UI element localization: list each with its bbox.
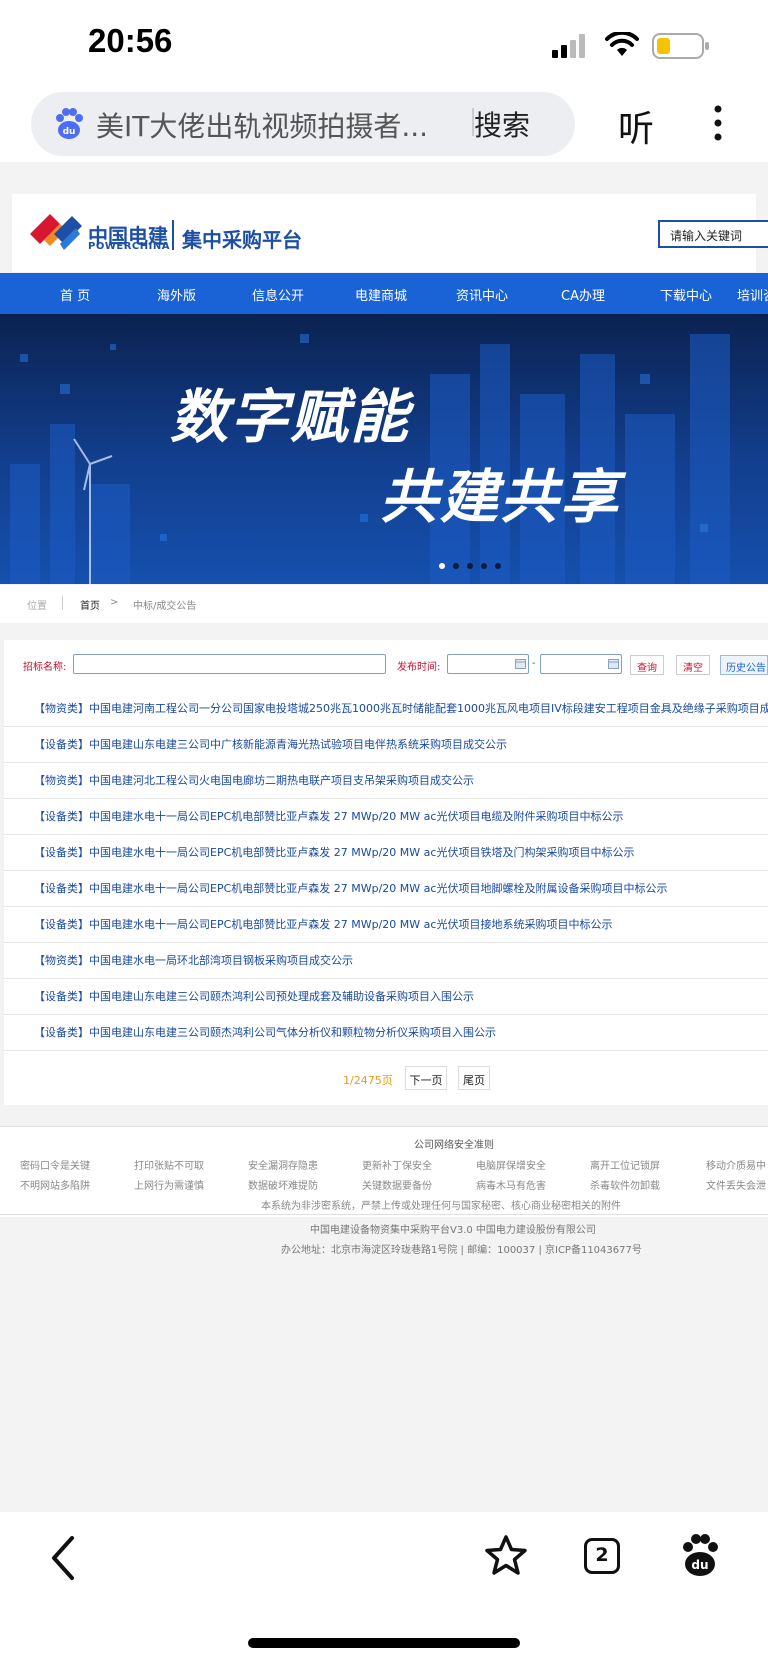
list-item[interactable]: 【设备类】中国电建山东电建三公司颐杰鸿利公司预处理成套及辅助设备采购项目入围公示	[4, 978, 768, 1015]
date-filter-label: 发布时间:	[397, 662, 441, 673]
announcement-link[interactable]: 【设备类】中国电建水电十一局公司EPC机电部赞比亚卢森发 27 MWp/20 M…	[34, 808, 623, 824]
nav-ca[interactable]: CA办理	[561, 285, 605, 304]
carousel-dot[interactable]	[481, 563, 487, 569]
nav-home[interactable]: 首 页	[60, 285, 90, 304]
announcement-link[interactable]: 【设备类】中国电建山东电建三公司颐杰鸿利公司预处理成套及辅助设备采购项目入围公示	[34, 988, 474, 1004]
nav-overseas[interactable]: 海外版	[157, 285, 196, 304]
banner-slogan-1: 数字赋能	[170, 383, 411, 451]
list-item[interactable]: 【设备类】中国电建水电十一局公司EPC机电部赞比亚卢森发 27 MWp/20 M…	[4, 798, 768, 835]
date-end-input[interactable]	[540, 654, 622, 674]
calendar-icon[interactable]	[608, 658, 619, 669]
clear-button[interactable]: 清空	[676, 655, 710, 675]
list-item[interactable]: 【物资类】中国电建河北工程公司火电国电廊坊二期热电联产项目支吊架采购项目成交公示	[4, 762, 768, 799]
list-item[interactable]: 【设备类】中国电建山东电建三公司颐杰鸿利公司气体分析仪和颗粒物分析仪采购项目入围…	[4, 1014, 768, 1051]
footer-notice: 本系统为非涉密系统，严禁上传或处理任何与国家秘密、核心商业秘密相关的附件	[261, 1201, 621, 1212]
nav-news[interactable]: 资讯中心	[456, 285, 508, 304]
footer-rules-title: 公司网络安全准则	[414, 1140, 494, 1151]
footer-rule: 移动介质易中	[706, 1161, 766, 1172]
announcement-link[interactable]: 【物资类】中国电建河北工程公司火电国电廊坊二期热电联产项目支吊架采购项目成交公示	[34, 772, 474, 788]
breadcrumb-current: 中标/成交公告	[133, 601, 197, 612]
footer-rule: 上网行为需谨慎	[134, 1181, 204, 1192]
list-item[interactable]: 【设备类】中国电建水电十一局公司EPC机电部赞比亚卢森发 27 MWp/20 M…	[4, 906, 768, 943]
breadcrumb-divider	[62, 596, 63, 610]
tabs-button[interactable]: 2	[584, 1538, 620, 1574]
nav-download[interactable]: 下载中心	[660, 285, 712, 304]
url-title[interactable]: 美IT大佬出轨视频拍摄者...	[96, 105, 446, 145]
wifi-icon	[605, 32, 639, 56]
announcement-link[interactable]: 【设备类】中国电建山东电建三公司中广核新能源青海光热试验项目电伴热系统采购项目成…	[34, 736, 507, 752]
footer-rule: 电脑屏保增安全	[476, 1161, 546, 1172]
announcement-link[interactable]: 【物资类】中国电建水电一局环北部湾项目钢板采购项目成交公示	[34, 952, 353, 968]
battery-icon	[652, 33, 709, 59]
footer-copyright: 中国电建设备物资集中采购平台V3.0 中国电力建设股份有限公司	[310, 1225, 596, 1236]
star-bookmark-icon[interactable]	[484, 1534, 528, 1578]
breadcrumb-label: 位置	[27, 601, 47, 612]
footer-rule: 打印张贴不可取	[134, 1161, 204, 1172]
history-button[interactable]: 历史公告	[720, 655, 768, 675]
next-page-button[interactable]: 下一页	[405, 1066, 447, 1090]
signal-icon	[552, 34, 585, 58]
svg-text:du: du	[63, 127, 76, 137]
announcement-link[interactable]: 【设备类】中国电建水电十一局公司EPC机电部赞比亚卢森发 27 MWp/20 M…	[34, 916, 612, 932]
baidu-paw-icon: du	[56, 108, 83, 139]
footer-rule: 更新补丁保安全	[362, 1161, 432, 1172]
nav-mall[interactable]: 电建商城	[355, 285, 407, 304]
footer-rule: 文件丢失会泄	[706, 1181, 766, 1192]
carousel-dot[interactable]	[467, 563, 473, 569]
platform-title: 集中采购平台	[182, 228, 302, 252]
footer-rule: 数据破坏难提防	[248, 1181, 318, 1192]
brand-divider	[172, 220, 174, 250]
calendar-icon[interactable]	[515, 658, 526, 669]
announcement-link[interactable]: 【设备类】中国电建山东电建三公司颐杰鸿利公司气体分析仪和颗粒物分析仪采购项目入围…	[34, 1024, 496, 1040]
status-time: 20:56	[88, 22, 173, 59]
name-filter-input[interactable]	[73, 654, 386, 674]
more-menu-icon[interactable]	[710, 104, 726, 144]
brand-name-en: POWERCHINA	[88, 241, 170, 252]
name-filter-label: 招标名称:	[23, 662, 67, 673]
breadcrumb-home[interactable]: 首页	[80, 597, 100, 612]
footer-rule: 病毒木马有危害	[476, 1181, 546, 1192]
footer-rule: 不明网站多陷阱	[20, 1181, 90, 1192]
footer-rule: 密码口令是关键	[20, 1161, 90, 1172]
listen-button[interactable]: 听	[618, 100, 654, 152]
announcement-link[interactable]: 【设备类】中国电建水电十一局公司EPC机电部赞比亚卢森发 27 MWp/20 M…	[34, 880, 667, 896]
list-item[interactable]: 【物资类】中国电建河南工程公司一分公司国家电投塔城250兆瓦1000兆瓦时储能配…	[4, 690, 768, 727]
announcement-link[interactable]: 【设备类】中国电建水电十一局公司EPC机电部赞比亚卢森发 27 MWp/20 M…	[34, 844, 634, 860]
footer-address: 办公地址：北京市海淀区玲珑巷路1号院 | 邮编：100037 | 京ICP备11…	[281, 1245, 642, 1256]
list-item[interactable]: 【设备类】中国电建水电十一局公司EPC机电部赞比亚卢森发 27 MWp/20 M…	[4, 834, 768, 871]
footer-rule: 杀毒软件勿卸载	[590, 1181, 660, 1192]
footer-rule: 关键数据要备份	[362, 1181, 432, 1192]
back-icon[interactable]	[48, 1534, 78, 1582]
search-button[interactable]: 搜索	[474, 104, 530, 144]
carousel-dot[interactable]	[453, 563, 459, 569]
nav-training[interactable]: 培训咨	[737, 285, 768, 304]
status-bar: 20:56	[0, 0, 768, 90]
powerchina-logo-icon	[30, 214, 82, 250]
footer-divider	[0, 1214, 768, 1215]
page-count: 1/2475页	[343, 1074, 393, 1087]
list-item[interactable]: 【物资类】中国电建水电一局环北部湾项目钢板采购项目成交公示	[4, 942, 768, 979]
banner-slogan-2: 共建共享	[380, 463, 621, 531]
announcement-link[interactable]: 【物资类】中国电建河南工程公司一分公司国家电投塔城250兆瓦1000兆瓦时储能配…	[34, 700, 768, 716]
svg-text:du: du	[691, 1558, 708, 1572]
home-indicator[interactable]	[248, 1638, 520, 1648]
footer-rule: 离开工位记锁屏	[590, 1161, 660, 1172]
query-button[interactable]: 查询	[630, 655, 664, 675]
date-separator: -	[532, 658, 536, 669]
carousel-dot[interactable]	[439, 563, 445, 569]
breadcrumb-separator: >	[110, 597, 119, 608]
list-item[interactable]: 【设备类】中国电建山东电建三公司中广核新能源青海光热试验项目电伴热系统采购项目成…	[4, 726, 768, 763]
nav-info-public[interactable]: 信息公开	[252, 285, 304, 304]
footer-rule: 安全漏洞存隐患	[248, 1161, 318, 1172]
baidu-home-icon[interactable]: du	[680, 1534, 720, 1578]
list-item[interactable]: 【设备类】中国电建水电十一局公司EPC机电部赞比亚卢森发 27 MWp/20 M…	[4, 870, 768, 907]
carousel-dot[interactable]	[495, 563, 501, 569]
last-page-button[interactable]: 尾页	[458, 1066, 490, 1090]
date-start-input[interactable]	[447, 654, 529, 674]
site-search-input[interactable]: 请输入关键词	[658, 220, 768, 248]
tab-count: 2	[595, 1544, 609, 1566]
